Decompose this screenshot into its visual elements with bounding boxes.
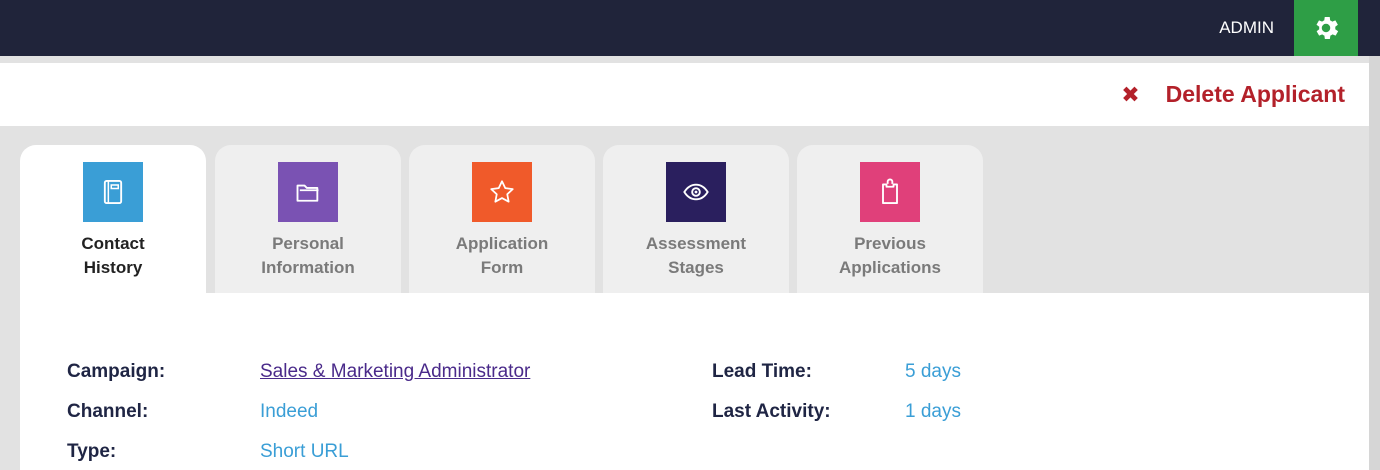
channel-value: Indeed	[260, 401, 319, 422]
applicant-content: Contact History Personal Information Appli…	[8, 126, 1369, 470]
tab-label: Assessment Stages	[645, 234, 747, 277]
last-activity-value: 1 days	[905, 401, 961, 422]
tab-previous-applications[interactable]: Previous Applications	[797, 145, 983, 293]
tab-personal-information[interactable]: Personal Information	[215, 145, 401, 293]
notebook-icon	[83, 162, 143, 222]
delete-applicant-label: Delete Applicant	[1165, 81, 1345, 107]
topbar-edge	[1358, 0, 1380, 56]
top-navigation-bar: ADMIN	[0, 0, 1380, 56]
user-menu[interactable]: ADMIN	[1219, 0, 1274, 56]
eye-icon	[666, 162, 726, 222]
gear-icon	[1316, 17, 1339, 39]
tab-contact-history[interactable]: Contact History	[20, 145, 206, 295]
lead-time-label: Lead Time:	[712, 361, 812, 382]
settings-button[interactable]	[1294, 0, 1358, 56]
tab-label: Previous Applications	[838, 234, 941, 277]
contact-history-panel: Campaign: Sales & Marketing Administrato…	[20, 293, 1369, 470]
clipboard-icon	[860, 162, 920, 222]
tab-label: Contact History	[81, 234, 145, 277]
lead-time-value: 5 days	[905, 361, 961, 382]
tab-application-form[interactable]: Application Form	[409, 145, 595, 293]
scrollbar[interactable]	[1369, 56, 1380, 470]
campaign-label: Campaign:	[67, 361, 166, 382]
action-bar: ✖ Delete Applicant	[0, 63, 1369, 126]
tab-assessment-stages[interactable]: Assessment Stages	[603, 145, 789, 293]
star-icon	[472, 162, 532, 222]
campaign-link[interactable]: Sales & Marketing Administrator	[260, 360, 530, 384]
channel-label: Channel:	[67, 401, 149, 422]
type-label: Type:	[67, 441, 117, 462]
tab-label: Personal Information	[261, 234, 355, 277]
delete-applicant-button[interactable]: ✖ Delete Applicant	[1121, 63, 1345, 126]
folder-icon	[278, 162, 338, 222]
close-icon: ✖	[1121, 81, 1140, 107]
last-activity-label: Last Activity:	[712, 401, 831, 422]
type-value: Short URL	[260, 441, 349, 462]
tab-label: Application Form	[455, 234, 549, 277]
